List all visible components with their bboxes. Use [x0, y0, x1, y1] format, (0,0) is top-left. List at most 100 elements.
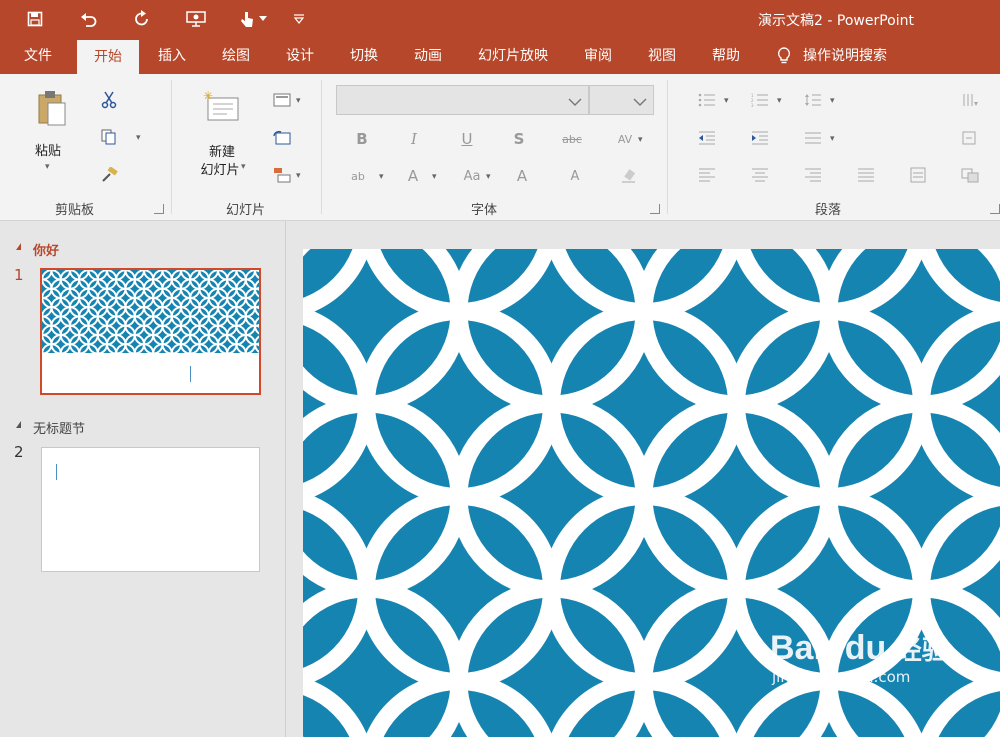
- slide-thumbnail[interactable]: [41, 447, 260, 572]
- tab-animations[interactable]: 动画: [403, 38, 453, 74]
- paste-dropdown-icon[interactable]: ▾: [45, 162, 50, 172]
- customize-dropdown-icon[interactable]: [288, 9, 310, 29]
- increase-font-icon[interactable]: A: [510, 164, 534, 188]
- ribbon-tabs: 文件 开始 插入 绘图 设计 切换 动画 幻灯片放映 审阅 视图 帮助 操作说明…: [0, 38, 1000, 74]
- line-spacing-dropdown-icon[interactable]: ▾: [830, 96, 835, 106]
- group-separator: [667, 80, 668, 214]
- bullets-dropdown-icon[interactable]: ▾: [724, 96, 729, 106]
- touch-mode-dropdown-icon[interactable]: [256, 9, 270, 29]
- layout-icon[interactable]: [270, 88, 294, 112]
- text-shadow-icon[interactable]: S: [507, 127, 531, 151]
- justify-icon[interactable]: [854, 163, 878, 187]
- change-case-icon[interactable]: Aa: [460, 164, 484, 188]
- slide-thumbnail[interactable]: [40, 268, 261, 395]
- undo-icon[interactable]: [78, 9, 100, 29]
- collapse-triangle-icon[interactable]: [16, 243, 21, 250]
- character-spacing-icon[interactable]: AV: [613, 127, 637, 151]
- watermark-brand: Bai: [770, 629, 823, 667]
- clipboard-launcher-icon[interactable]: [154, 204, 164, 214]
- chevron-down-icon: [633, 92, 647, 111]
- tab-help[interactable]: 帮助: [701, 38, 751, 74]
- align-right-icon[interactable]: [801, 163, 825, 187]
- tab-draw[interactable]: 绘图: [211, 38, 261, 74]
- text-cursor: [190, 366, 191, 382]
- ribbon-home: 粘贴 ▾ ▾ 剪贴板 ✳ 新建 幻灯片 ▾ ▾ ▾ 幻灯片 B I U S ab…: [0, 74, 1000, 221]
- tab-file[interactable]: 文件: [14, 38, 62, 74]
- font-launcher-icon[interactable]: [650, 204, 660, 214]
- columns-dropdown-icon[interactable]: ▾: [830, 134, 835, 144]
- align-text-icon[interactable]: [958, 126, 982, 150]
- watermark-url: jingyan.baidu.com: [772, 668, 911, 686]
- tell-me-search[interactable]: 操作说明搜索: [803, 38, 895, 74]
- group-separator: [321, 80, 322, 214]
- paw-icon: ✿: [822, 635, 845, 665]
- slide-number: 1: [14, 266, 24, 284]
- font-size-combo[interactable]: [589, 85, 654, 115]
- clear-formatting-icon[interactable]: [617, 164, 641, 188]
- watermark-cn: 经验: [895, 635, 948, 665]
- decrease-indent-icon[interactable]: [695, 126, 719, 150]
- lightbulb-icon[interactable]: [772, 38, 796, 74]
- save-icon[interactable]: [24, 9, 46, 29]
- smartart-icon[interactable]: [958, 163, 982, 187]
- increase-indent-icon[interactable]: [748, 126, 772, 150]
- tab-design[interactable]: 设计: [275, 38, 325, 74]
- line-spacing-icon[interactable]: [801, 88, 825, 112]
- font-color-dropdown-icon[interactable]: ▾: [432, 172, 437, 182]
- align-left-icon[interactable]: [695, 163, 719, 187]
- align-center-icon[interactable]: [748, 163, 772, 187]
- touch-mode-icon[interactable]: [236, 9, 258, 29]
- underline-icon[interactable]: U: [455, 127, 479, 151]
- paragraph-launcher-icon[interactable]: [990, 204, 1000, 214]
- section-icon[interactable]: [270, 163, 294, 187]
- numbering-dropdown-icon[interactable]: ▾: [777, 96, 782, 106]
- tab-insert[interactable]: 插入: [147, 38, 197, 74]
- slide-thumbnail-pane[interactable]: 你好 1 无标题节 2: [0, 221, 286, 737]
- section-title[interactable]: 无标题节: [33, 418, 85, 437]
- paste-label[interactable]: 粘贴: [24, 140, 72, 159]
- section-dropdown-icon[interactable]: ▾: [296, 171, 301, 181]
- font-group-label: 字体: [471, 203, 498, 218]
- new-slide-label[interactable]: 新建: [194, 141, 250, 160]
- tab-slideshow[interactable]: 幻灯片放映: [470, 38, 556, 74]
- text-direction-icon[interactable]: [958, 88, 982, 112]
- bold-icon[interactable]: B: [350, 127, 374, 151]
- bullets-icon[interactable]: [695, 88, 719, 112]
- new-slide-icon[interactable]: ✳: [202, 88, 242, 126]
- collapse-triangle-icon[interactable]: [16, 421, 21, 428]
- numbering-icon[interactable]: 123: [748, 88, 772, 112]
- tab-transitions[interactable]: 切换: [339, 38, 389, 74]
- tab-review[interactable]: 审阅: [573, 38, 623, 74]
- reset-slide-icon[interactable]: [270, 126, 294, 150]
- new-slide-label-2[interactable]: 幻灯片: [194, 159, 246, 178]
- redo-icon[interactable]: [131, 9, 153, 29]
- layout-dropdown-icon[interactable]: ▾: [296, 96, 301, 106]
- columns-icon[interactable]: [801, 126, 825, 150]
- italic-icon[interactable]: I: [402, 127, 426, 151]
- font-name-combo[interactable]: [336, 85, 589, 115]
- tab-view[interactable]: 视图: [637, 38, 687, 74]
- copy-icon[interactable]: [97, 125, 121, 149]
- tab-home[interactable]: 开始: [77, 40, 139, 74]
- section-title[interactable]: 你好: [33, 240, 59, 259]
- format-painter-icon[interactable]: [97, 163, 121, 187]
- clipboard-group-label: 剪贴板: [55, 203, 95, 218]
- copy-dropdown-icon[interactable]: ▾: [136, 133, 141, 143]
- highlight-dropdown-icon[interactable]: ▾: [379, 172, 384, 182]
- character-spacing-dropdown-icon[interactable]: ▾: [638, 135, 643, 145]
- decrease-font-icon[interactable]: A: [563, 164, 587, 188]
- cut-icon[interactable]: [97, 88, 121, 112]
- svg-text:3: 3: [751, 103, 754, 107]
- window-title: 演示文稿2 - PowerPoint: [758, 13, 914, 29]
- chevron-down-icon: [568, 92, 582, 111]
- font-color-icon[interactable]: A: [401, 164, 425, 188]
- change-case-dropdown-icon[interactable]: ▾: [486, 172, 491, 182]
- distributed-icon[interactable]: [906, 163, 930, 187]
- paste-icon[interactable]: [32, 88, 70, 128]
- new-slide-dropdown-icon[interactable]: ▾: [241, 162, 246, 172]
- thumbnail-pattern: [42, 270, 259, 353]
- present-from-start-icon[interactable]: [185, 9, 207, 29]
- highlight-icon[interactable]: ab: [346, 164, 370, 188]
- group-separator: [171, 80, 172, 214]
- strikethrough-icon[interactable]: abc: [560, 127, 584, 151]
